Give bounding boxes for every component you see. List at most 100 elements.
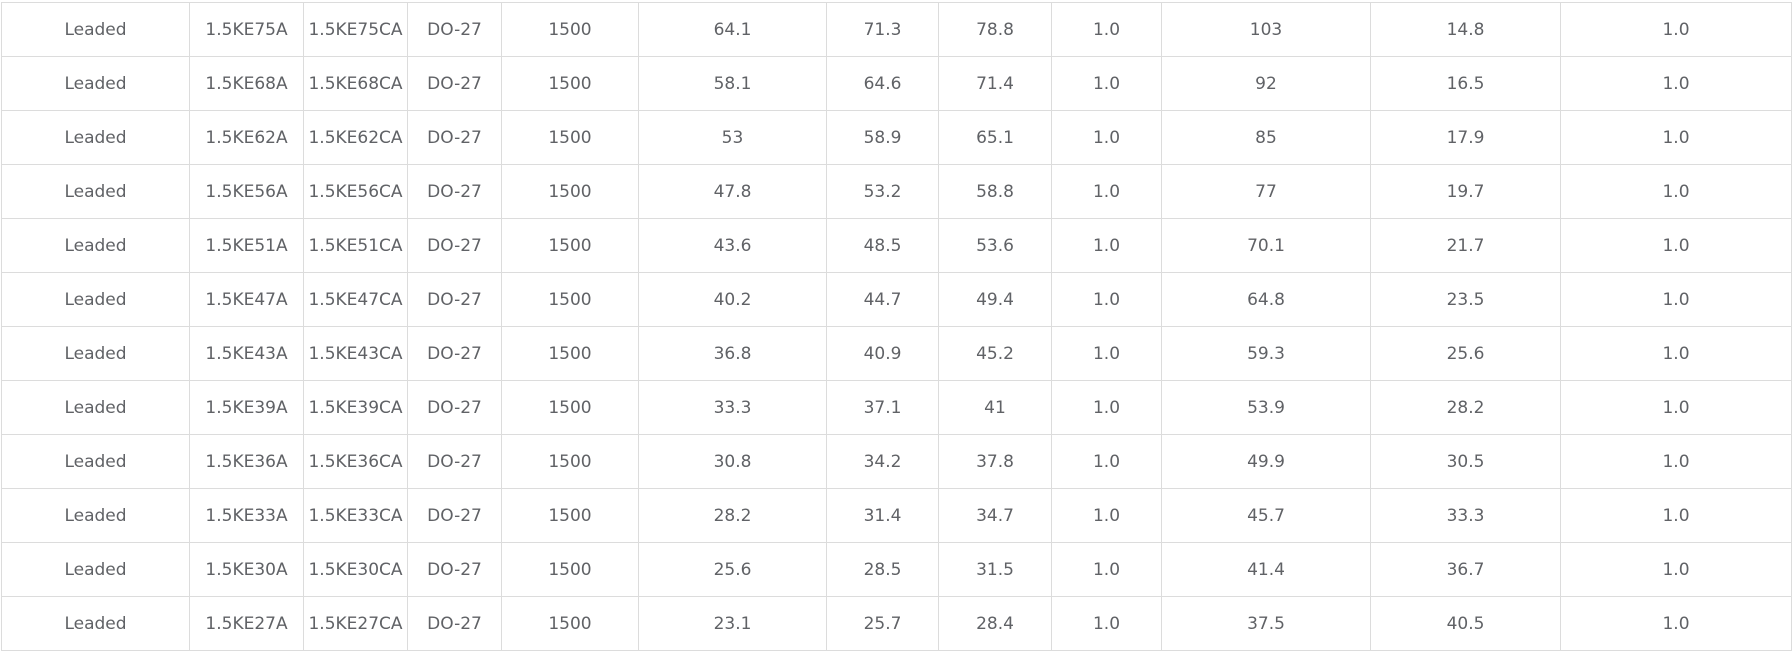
cell-test-current: 1.0 [1051, 488, 1162, 543]
cell-power: 1500 [501, 272, 639, 327]
cell-peak-pulse-current: 16.5 [1370, 56, 1561, 111]
cell-breakdown-max: 37.8 [938, 434, 1052, 489]
cell-package-type: Leaded [1, 326, 190, 381]
cell-part-number-bi: 1.5KE68CA [303, 56, 408, 111]
cell-breakdown-max: 28.4 [938, 596, 1052, 651]
cell-clamping-voltage: 77 [1161, 164, 1371, 219]
cell-standoff-voltage: 36.8 [638, 326, 827, 381]
cell-breakdown-max: 58.8 [938, 164, 1052, 219]
cell-package: DO-27 [407, 2, 502, 57]
cell-power: 1500 [501, 164, 639, 219]
cell-package: DO-27 [407, 326, 502, 381]
cell-leakage-current: 1.0 [1560, 218, 1792, 273]
cell-part-number-bi: 1.5KE51CA [303, 218, 408, 273]
cell-package-type: Leaded [1, 380, 190, 435]
cell-part-number-bi: 1.5KE36CA [303, 434, 408, 489]
cell-clamping-voltage: 37.5 [1161, 596, 1371, 651]
cell-package: DO-27 [407, 434, 502, 489]
cell-clamping-voltage: 59.3 [1161, 326, 1371, 381]
cell-test-current: 1.0 [1051, 56, 1162, 111]
cell-standoff-voltage: 33.3 [638, 380, 827, 435]
cell-breakdown-max: 71.4 [938, 56, 1052, 111]
cell-leakage-current: 1.0 [1560, 164, 1792, 219]
cell-clamping-voltage: 70.1 [1161, 218, 1371, 273]
cell-power: 1500 [501, 218, 639, 273]
cell-part-number-uni: 1.5KE36A [189, 434, 304, 489]
table-row: Leaded 1.5KE43A 1.5KE43CA DO-27 1500 36.8 40.9… [1, 326, 1792, 381]
cell-standoff-voltage: 23.1 [638, 596, 827, 651]
cell-package-type: Leaded [1, 272, 190, 327]
cell-part-number-uni: 1.5KE51A [189, 218, 304, 273]
cell-leakage-current: 1.0 [1560, 434, 1792, 489]
table-row: Leaded 1.5KE75A 1.5KE75CA DO-27 1500 64.1 71.3… [1, 2, 1792, 57]
cell-peak-pulse-current: 14.8 [1370, 2, 1561, 57]
cell-breakdown-min: 31.4 [826, 488, 939, 543]
cell-power: 1500 [501, 110, 639, 165]
cell-standoff-voltage: 25.6 [638, 542, 827, 597]
cell-part-number-uni: 1.5KE27A [189, 596, 304, 651]
table-row: Leaded 1.5KE27A 1.5KE27CA DO-27 1500 23.1 25.7… [1, 596, 1792, 651]
cell-part-number-uni: 1.5KE68A [189, 56, 304, 111]
cell-test-current: 1.0 [1051, 596, 1162, 651]
cell-package: DO-27 [407, 542, 502, 597]
cell-part-number-bi: 1.5KE39CA [303, 380, 408, 435]
cell-leakage-current: 1.0 [1560, 380, 1792, 435]
table-row: Leaded 1.5KE56A 1.5KE56CA DO-27 1500 47.8 53.2… [1, 164, 1792, 219]
cell-package-type: Leaded [1, 434, 190, 489]
cell-power: 1500 [501, 326, 639, 381]
cell-part-number-uni: 1.5KE33A [189, 488, 304, 543]
cell-package-type: Leaded [1, 2, 190, 57]
table-row: Leaded 1.5KE39A 1.5KE39CA DO-27 1500 33.3 37.1… [1, 380, 1792, 435]
cell-standoff-voltage: 53 [638, 110, 827, 165]
table-row: Leaded 1.5KE30A 1.5KE30CA DO-27 1500 25.6 28.5… [1, 542, 1792, 597]
cell-test-current: 1.0 [1051, 326, 1162, 381]
cell-standoff-voltage: 58.1 [638, 56, 827, 111]
cell-peak-pulse-current: 30.5 [1370, 434, 1561, 489]
cell-package: DO-27 [407, 56, 502, 111]
cell-power: 1500 [501, 434, 639, 489]
cell-package-type: Leaded [1, 596, 190, 651]
cell-peak-pulse-current: 17.9 [1370, 110, 1561, 165]
cell-test-current: 1.0 [1051, 218, 1162, 273]
cell-peak-pulse-current: 21.7 [1370, 218, 1561, 273]
cell-package: DO-27 [407, 596, 502, 651]
cell-clamping-voltage: 49.9 [1161, 434, 1371, 489]
cell-test-current: 1.0 [1051, 380, 1162, 435]
cell-breakdown-max: 49.4 [938, 272, 1052, 327]
cell-peak-pulse-current: 23.5 [1370, 272, 1561, 327]
cell-peak-pulse-current: 33.3 [1370, 488, 1561, 543]
cell-package-type: Leaded [1, 542, 190, 597]
cell-clamping-voltage: 41.4 [1161, 542, 1371, 597]
cell-standoff-voltage: 30.8 [638, 434, 827, 489]
cell-peak-pulse-current: 40.5 [1370, 596, 1561, 651]
cell-breakdown-min: 58.9 [826, 110, 939, 165]
cell-breakdown-max: 41 [938, 380, 1052, 435]
cell-test-current: 1.0 [1051, 164, 1162, 219]
cell-power: 1500 [501, 596, 639, 651]
cell-breakdown-max: 34.7 [938, 488, 1052, 543]
cell-part-number-uni: 1.5KE56A [189, 164, 304, 219]
cell-breakdown-max: 53.6 [938, 218, 1052, 273]
cell-part-number-bi: 1.5KE27CA [303, 596, 408, 651]
cell-breakdown-min: 48.5 [826, 218, 939, 273]
cell-part-number-uni: 1.5KE30A [189, 542, 304, 597]
cell-package: DO-27 [407, 272, 502, 327]
cell-breakdown-min: 40.9 [826, 326, 939, 381]
cell-standoff-voltage: 40.2 [638, 272, 827, 327]
cell-breakdown-min: 53.2 [826, 164, 939, 219]
cell-breakdown-max: 65.1 [938, 110, 1052, 165]
cell-breakdown-max: 78.8 [938, 2, 1052, 57]
cell-package: DO-27 [407, 110, 502, 165]
cell-package-type: Leaded [1, 218, 190, 273]
cell-package-type: Leaded [1, 488, 190, 543]
cell-clamping-voltage: 64.8 [1161, 272, 1371, 327]
cell-package: DO-27 [407, 488, 502, 543]
cell-breakdown-min: 64.6 [826, 56, 939, 111]
cell-part-number-uni: 1.5KE75A [189, 2, 304, 57]
cell-breakdown-min: 71.3 [826, 2, 939, 57]
cell-power: 1500 [501, 2, 639, 57]
cell-peak-pulse-current: 28.2 [1370, 380, 1561, 435]
cell-part-number-bi: 1.5KE56CA [303, 164, 408, 219]
cell-breakdown-min: 25.7 [826, 596, 939, 651]
cell-clamping-voltage: 103 [1161, 2, 1371, 57]
